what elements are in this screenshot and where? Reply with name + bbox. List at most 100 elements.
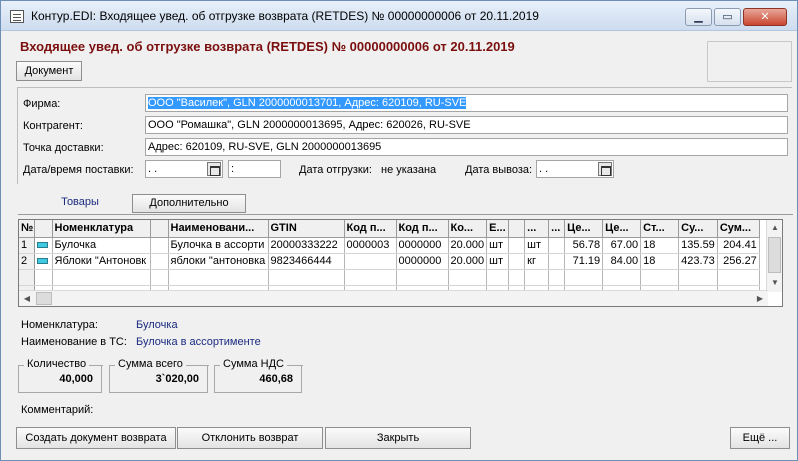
table-cell: 56.78 bbox=[564, 237, 604, 254]
delivery-point-field[interactable]: Адрес: 620109, RU-SVE, GLN 2000000013695 bbox=[145, 138, 788, 156]
column-header[interactable]: Су... bbox=[678, 220, 718, 238]
table-cell: 0000000 bbox=[396, 253, 449, 270]
scroll-thumb[interactable] bbox=[768, 237, 781, 273]
row-status-icon bbox=[36, 258, 48, 265]
pickup-date-label: Дата вывоза: bbox=[465, 164, 533, 176]
table-cell bbox=[34, 237, 53, 254]
column-header[interactable] bbox=[34, 220, 53, 238]
column-header[interactable]: Код п... bbox=[396, 220, 449, 238]
table-cell bbox=[150, 253, 169, 270]
column-header[interactable] bbox=[508, 220, 526, 238]
window-title: Контур.EDI: Входящее увед. об отгрузке в… bbox=[31, 9, 539, 23]
table-cell: 18 bbox=[640, 237, 680, 254]
scroll-down-arrow-icon[interactable]: ▼ bbox=[767, 275, 782, 291]
table-cell bbox=[548, 237, 566, 254]
sum-total-value: 3`020,00 bbox=[155, 373, 199, 385]
table-cell: Булочка в ассорти bbox=[168, 237, 269, 254]
table-cell: 204.41 bbox=[717, 237, 760, 254]
column-header[interactable] bbox=[150, 220, 169, 238]
close-window-button[interactable]: ✕ bbox=[743, 8, 787, 26]
column-header[interactable]: Е... bbox=[486, 220, 510, 238]
delivery-date-value: . . bbox=[148, 163, 158, 175]
table-cell bbox=[508, 237, 526, 254]
scroll-left-arrow-icon[interactable]: ◀ bbox=[19, 291, 35, 306]
vat-value: 460,68 bbox=[259, 373, 293, 385]
table-cell: 20000333222 bbox=[268, 237, 345, 254]
tab-additional[interactable]: Дополнительно bbox=[132, 194, 246, 213]
create-return-button[interactable]: Создать документ возврата bbox=[16, 427, 176, 449]
table-cell: 9823466444 bbox=[268, 253, 345, 270]
column-header[interactable]: ... bbox=[548, 220, 566, 238]
logo-placeholder bbox=[707, 41, 792, 82]
minimize-button[interactable]: ▁ bbox=[685, 8, 712, 26]
table-cell: 256.27 bbox=[717, 253, 760, 270]
delivery-date-field[interactable]: . . bbox=[145, 160, 223, 178]
firm-label: Фирма: bbox=[23, 98, 61, 110]
table-cell: яблоки "антоновка bbox=[168, 253, 269, 270]
tab-goods[interactable]: Товары bbox=[57, 196, 103, 208]
table-header-row: № Номенклатура Наименовани... GTIN Код п... К… bbox=[19, 220, 760, 238]
pickup-date-field[interactable]: . . bbox=[536, 160, 614, 178]
shipment-date-label: Дата отгрузки: bbox=[299, 164, 372, 176]
calendar-icon[interactable] bbox=[598, 162, 612, 176]
column-header[interactable]: ... bbox=[524, 220, 550, 238]
table-cell: Булочка bbox=[52, 237, 151, 254]
column-header[interactable]: Номенклатура bbox=[52, 220, 151, 238]
title-bar[interactable]: Контур.EDI: Входящее увед. об отгрузке в… bbox=[1, 1, 797, 31]
table-cell: кг bbox=[524, 253, 550, 270]
sum-total-box: Сумма всего 3`020,00 bbox=[109, 358, 209, 393]
reject-return-button[interactable]: Отклонить возврат bbox=[177, 427, 323, 449]
column-header[interactable]: Наименовани... bbox=[168, 220, 269, 238]
delivery-time-field[interactable]: : bbox=[228, 160, 281, 178]
document-menu-button[interactable]: Документ bbox=[16, 61, 82, 81]
table-row[interactable]: 1 Булочка Булочка в ассорти 20000333222 0000… bbox=[19, 237, 760, 254]
scroll-thumb[interactable] bbox=[36, 292, 52, 305]
table-cell: 84.00 bbox=[602, 253, 642, 270]
close-button[interactable]: Закрыть bbox=[325, 427, 471, 449]
table-cell: 71.19 bbox=[564, 253, 604, 270]
sum-total-label: Сумма всего bbox=[116, 358, 185, 370]
table-row[interactable]: 2 Яблоки "Антоновк яблоки "антоновка 982346… bbox=[19, 253, 760, 270]
column-header[interactable]: Сум... bbox=[717, 220, 760, 238]
column-header[interactable]: GTIN bbox=[268, 220, 345, 238]
vat-box: Сумма НДС 460,68 bbox=[214, 358, 303, 393]
table-cell: 423.73 bbox=[678, 253, 718, 270]
table-cell bbox=[508, 253, 526, 270]
column-header[interactable]: Ко... bbox=[448, 220, 488, 238]
table-cell bbox=[344, 253, 397, 270]
table-cell bbox=[548, 253, 566, 270]
table-cell: шт bbox=[524, 237, 550, 254]
table-cell: Яблоки "Антоновк bbox=[52, 253, 151, 270]
quantity-label: Количество bbox=[25, 358, 89, 370]
tab-divider bbox=[18, 214, 793, 215]
firm-field[interactable]: ООО "Василек", GLN 2000000013701, Адрес:… bbox=[145, 94, 788, 112]
scroll-up-arrow-icon[interactable]: ▲ bbox=[767, 220, 782, 236]
row-status-icon bbox=[36, 242, 48, 249]
quantity-box: Количество 40,000 bbox=[18, 358, 103, 393]
table-cell: 2 bbox=[19, 253, 35, 270]
table-cell bbox=[34, 253, 53, 270]
table-cell bbox=[150, 237, 169, 254]
column-header[interactable]: № bbox=[19, 220, 35, 238]
maximize-button[interactable]: ▭ bbox=[714, 8, 741, 26]
dialog-window: Контур.EDI: Входящее увед. об отгрузке в… bbox=[0, 0, 798, 461]
column-header[interactable]: Це... bbox=[602, 220, 642, 238]
column-header[interactable]: Код п... bbox=[344, 220, 397, 238]
goods-table[interactable]: № Номенклатура Наименовани... GTIN Код п... К… bbox=[18, 219, 783, 307]
table-cell: шт bbox=[486, 237, 510, 254]
table-cell: 20.000 bbox=[448, 237, 488, 254]
table-cell: шт bbox=[486, 253, 510, 270]
column-header[interactable]: Це... bbox=[564, 220, 604, 238]
scroll-right-arrow-icon[interactable]: ▶ bbox=[752, 291, 768, 306]
table-cell: 67.00 bbox=[602, 237, 642, 254]
calendar-icon[interactable] bbox=[207, 162, 221, 176]
table-cell: 0000000 bbox=[396, 237, 449, 254]
vertical-scrollbar[interactable]: ▲ ▼ bbox=[766, 220, 782, 292]
more-button[interactable]: Ещё ... bbox=[730, 427, 790, 449]
tc-name-value: Булочка в ассортименте bbox=[136, 336, 261, 348]
column-header[interactable]: Ст... bbox=[640, 220, 680, 238]
horizontal-scrollbar[interactable]: ◀ ▶ bbox=[19, 290, 768, 306]
tc-name-label: Наименование в ТС: bbox=[21, 336, 127, 348]
counterparty-field[interactable]: ООО "Ромашка", GLN 2000000013695, Адрес:… bbox=[145, 116, 788, 134]
delivery-point-label: Точка доставки: bbox=[23, 142, 104, 154]
